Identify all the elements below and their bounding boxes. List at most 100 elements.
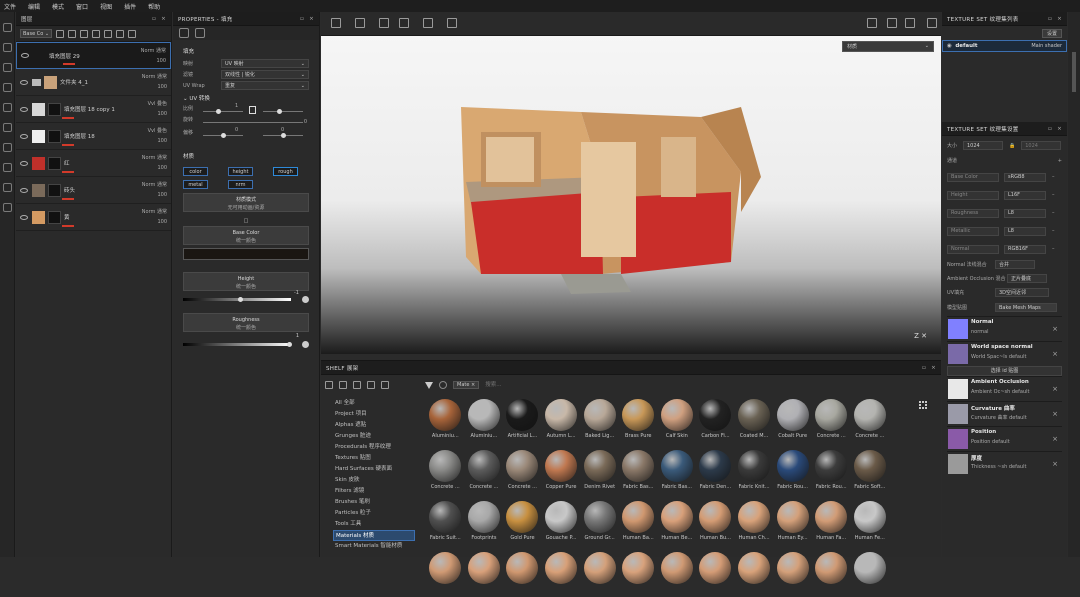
mesh-map-slot[interactable]: 厚度 Thickness ~sh default × bbox=[947, 451, 1062, 476]
material-view-dropdown[interactable]: 材质 ⌄ bbox=[842, 41, 934, 52]
mapping-dropdown[interactable]: UV 映射 ⌄ bbox=[221, 59, 309, 68]
shelf-category[interactable]: Procedurals 程序纹理 bbox=[333, 442, 415, 453]
remove-channel-icon[interactable]: – bbox=[1052, 174, 1055, 180]
menu-window[interactable]: 窗口 bbox=[76, 2, 88, 11]
normal-mix-dropdown[interactable]: 合并 bbox=[995, 260, 1035, 269]
picker-icon[interactable] bbox=[302, 296, 309, 303]
material-thumbnail[interactable]: Human Fe... bbox=[851, 501, 890, 546]
filter-icon[interactable] bbox=[425, 381, 433, 389]
viewport-3d[interactable]: Z ✕ bbox=[321, 12, 941, 354]
eye-icon[interactable] bbox=[20, 187, 28, 193]
mask-thumbnail[interactable] bbox=[48, 129, 61, 143]
material-thumbnail[interactable]: Gold Pure bbox=[503, 501, 542, 546]
close-icon[interactable]: × bbox=[931, 365, 936, 371]
bake-icon[interactable] bbox=[3, 183, 12, 192]
material-thumbnail[interactable] bbox=[812, 552, 851, 597]
float-icon[interactable]: ▫ bbox=[922, 365, 926, 371]
sphere-icon[interactable] bbox=[887, 18, 897, 28]
shelf-category[interactable]: Alphas 遮贴 bbox=[333, 420, 415, 431]
material-thumbnail[interactable]: Fabric Rou... bbox=[773, 450, 812, 495]
material-thumbnail[interactable] bbox=[696, 552, 735, 597]
remove-map-icon[interactable]: × bbox=[1052, 460, 1058, 468]
search-mode-icon[interactable] bbox=[439, 381, 447, 389]
layer-blend-mode[interactable]: Norm 通常 bbox=[141, 46, 166, 56]
roughness-slider[interactable]: 1 bbox=[183, 333, 309, 350]
material-thumbnail[interactable]: Concrete ... bbox=[465, 450, 504, 495]
menu-edit[interactable]: 编辑 bbox=[28, 2, 40, 11]
material-thumbnail[interactable]: Brass Pure bbox=[619, 399, 658, 444]
remove-map-icon[interactable]: × bbox=[1052, 350, 1058, 358]
float-icon[interactable]: ▫ bbox=[1048, 126, 1052, 132]
channel-format-dropdown[interactable]: RGB16F bbox=[1004, 244, 1046, 254]
material-thumbnail[interactable]: Fabric Den... bbox=[696, 450, 735, 495]
material-mode-button[interactable]: 材质模式 无可用动画/资源 bbox=[183, 193, 309, 212]
close-icon[interactable]: × bbox=[1057, 126, 1062, 132]
material-thumbnail[interactable]: Fabric Suit... bbox=[426, 501, 465, 546]
base-color-header[interactable]: Base Color 统一颜色 bbox=[183, 226, 309, 245]
eye-icon[interactable] bbox=[20, 214, 28, 220]
screenshot-icon[interactable] bbox=[927, 18, 937, 28]
rotation-slider[interactable]: 旋转 0 bbox=[183, 116, 309, 127]
material-thumbnail[interactable]: Human Ba... bbox=[619, 501, 658, 546]
close-icon[interactable]: × bbox=[1057, 16, 1062, 22]
material-thumbnail[interactable]: Footprints bbox=[465, 501, 504, 546]
menu-file[interactable]: 文件 bbox=[4, 2, 16, 11]
shelf-category[interactable]: Materials 材质 bbox=[333, 530, 415, 541]
geometry-mask-icon[interactable] bbox=[3, 83, 12, 92]
float-icon[interactable]: ▫ bbox=[1048, 16, 1052, 22]
remove-map-icon[interactable]: × bbox=[1052, 385, 1058, 393]
height-header[interactable]: Height 统一颜色 bbox=[183, 272, 309, 291]
material-thumbnail[interactable] bbox=[580, 552, 619, 597]
add-folder-icon[interactable] bbox=[353, 381, 361, 389]
base-color-swatch[interactable] bbox=[183, 248, 309, 260]
material-thumbnail[interactable] bbox=[619, 552, 658, 597]
eye-icon[interactable] bbox=[20, 106, 28, 112]
layer-opacity[interactable]: 100 bbox=[141, 56, 166, 66]
material-thumbnail[interactable]: Human Ch... bbox=[735, 501, 774, 546]
add-channel-icon[interactable]: + bbox=[1058, 158, 1062, 164]
remove-channel-icon[interactable]: – bbox=[1052, 246, 1055, 252]
shelf-category[interactable]: All 全部 bbox=[333, 398, 415, 409]
material-thumbnail[interactable]: Cobalt Pure bbox=[773, 399, 812, 444]
material-thumbnail[interactable]: Baked Lig... bbox=[580, 399, 619, 444]
layer-blend-mode[interactable]: Norm 通常 bbox=[142, 180, 167, 190]
settings-dropdown[interactable]: 设置 bbox=[1041, 28, 1062, 38]
material-thumbnail[interactable]: Concrete ... bbox=[426, 450, 465, 495]
grid-icon[interactable] bbox=[355, 18, 365, 28]
shelf-category[interactable]: Textures 贴图 bbox=[333, 453, 415, 464]
video-icon[interactable] bbox=[905, 18, 915, 28]
material-thumbnail[interactable]: Denim Rivet bbox=[580, 450, 619, 495]
float-icon[interactable]: ▫ bbox=[300, 16, 304, 22]
channel-nrm[interactable]: nrm bbox=[228, 180, 253, 189]
material-thumbnail[interactable]: Human Be... bbox=[658, 501, 697, 546]
mesh-map-slot[interactable]: Curvature 曲率 Curvature 曲率 default × bbox=[947, 401, 1062, 426]
material-thumbnail[interactable]: Aluminiu... bbox=[426, 399, 465, 444]
layer-row[interactable]: 填充图层 18 Vvl 叠色 100 bbox=[16, 123, 171, 150]
material-thumbnail[interactable]: Coated M... bbox=[735, 399, 774, 444]
shelf-category[interactable]: Smart Materials 智能材质 bbox=[333, 541, 415, 552]
add-fill-layer-icon[interactable] bbox=[92, 29, 101, 38]
channel-format-dropdown[interactable]: L8 bbox=[1004, 208, 1046, 218]
material-thumbnail[interactable]: Copper Pure bbox=[542, 450, 581, 495]
channel-format-dropdown[interactable]: L16F bbox=[1004, 190, 1046, 200]
layer-blend-mode[interactable]: Vvl 叠色 bbox=[148, 99, 167, 109]
layer-opacity[interactable]: 100 bbox=[142, 217, 167, 227]
remove-map-icon[interactable]: × bbox=[1052, 435, 1058, 443]
mask-thumbnail[interactable] bbox=[48, 102, 61, 116]
layer-row[interactable]: 黄 Norm 通常 100 bbox=[16, 204, 171, 231]
material-thumbnail[interactable]: Fabric Knit... bbox=[735, 450, 774, 495]
clone-tool-icon[interactable] bbox=[3, 123, 12, 132]
filter-dropdown[interactable]: 双线性 | 锐化 ⌄ bbox=[221, 70, 309, 79]
offset-slider[interactable]: 偏移 0 0 bbox=[183, 127, 309, 140]
material-thumbnail[interactable]: Fabric Bas... bbox=[658, 450, 697, 495]
layer-blend-mode[interactable]: Norm 通常 bbox=[142, 72, 167, 82]
scale-slider[interactable]: 比例 1 bbox=[183, 103, 309, 116]
shader-dropdown[interactable]: Main shader bbox=[1031, 43, 1062, 49]
projection-tool-icon[interactable] bbox=[3, 63, 12, 72]
eye-icon[interactable] bbox=[20, 79, 28, 85]
eye-icon[interactable] bbox=[20, 160, 28, 166]
layer-row[interactable]: 文件夹 4_1 Norm 通常 100 bbox=[16, 69, 171, 96]
layer-row[interactable]: 填充图层 18 copy 1 Vvl 叠色 100 bbox=[16, 96, 171, 123]
polygon-fill-icon[interactable] bbox=[3, 163, 12, 172]
hide-icon[interactable] bbox=[367, 381, 375, 389]
